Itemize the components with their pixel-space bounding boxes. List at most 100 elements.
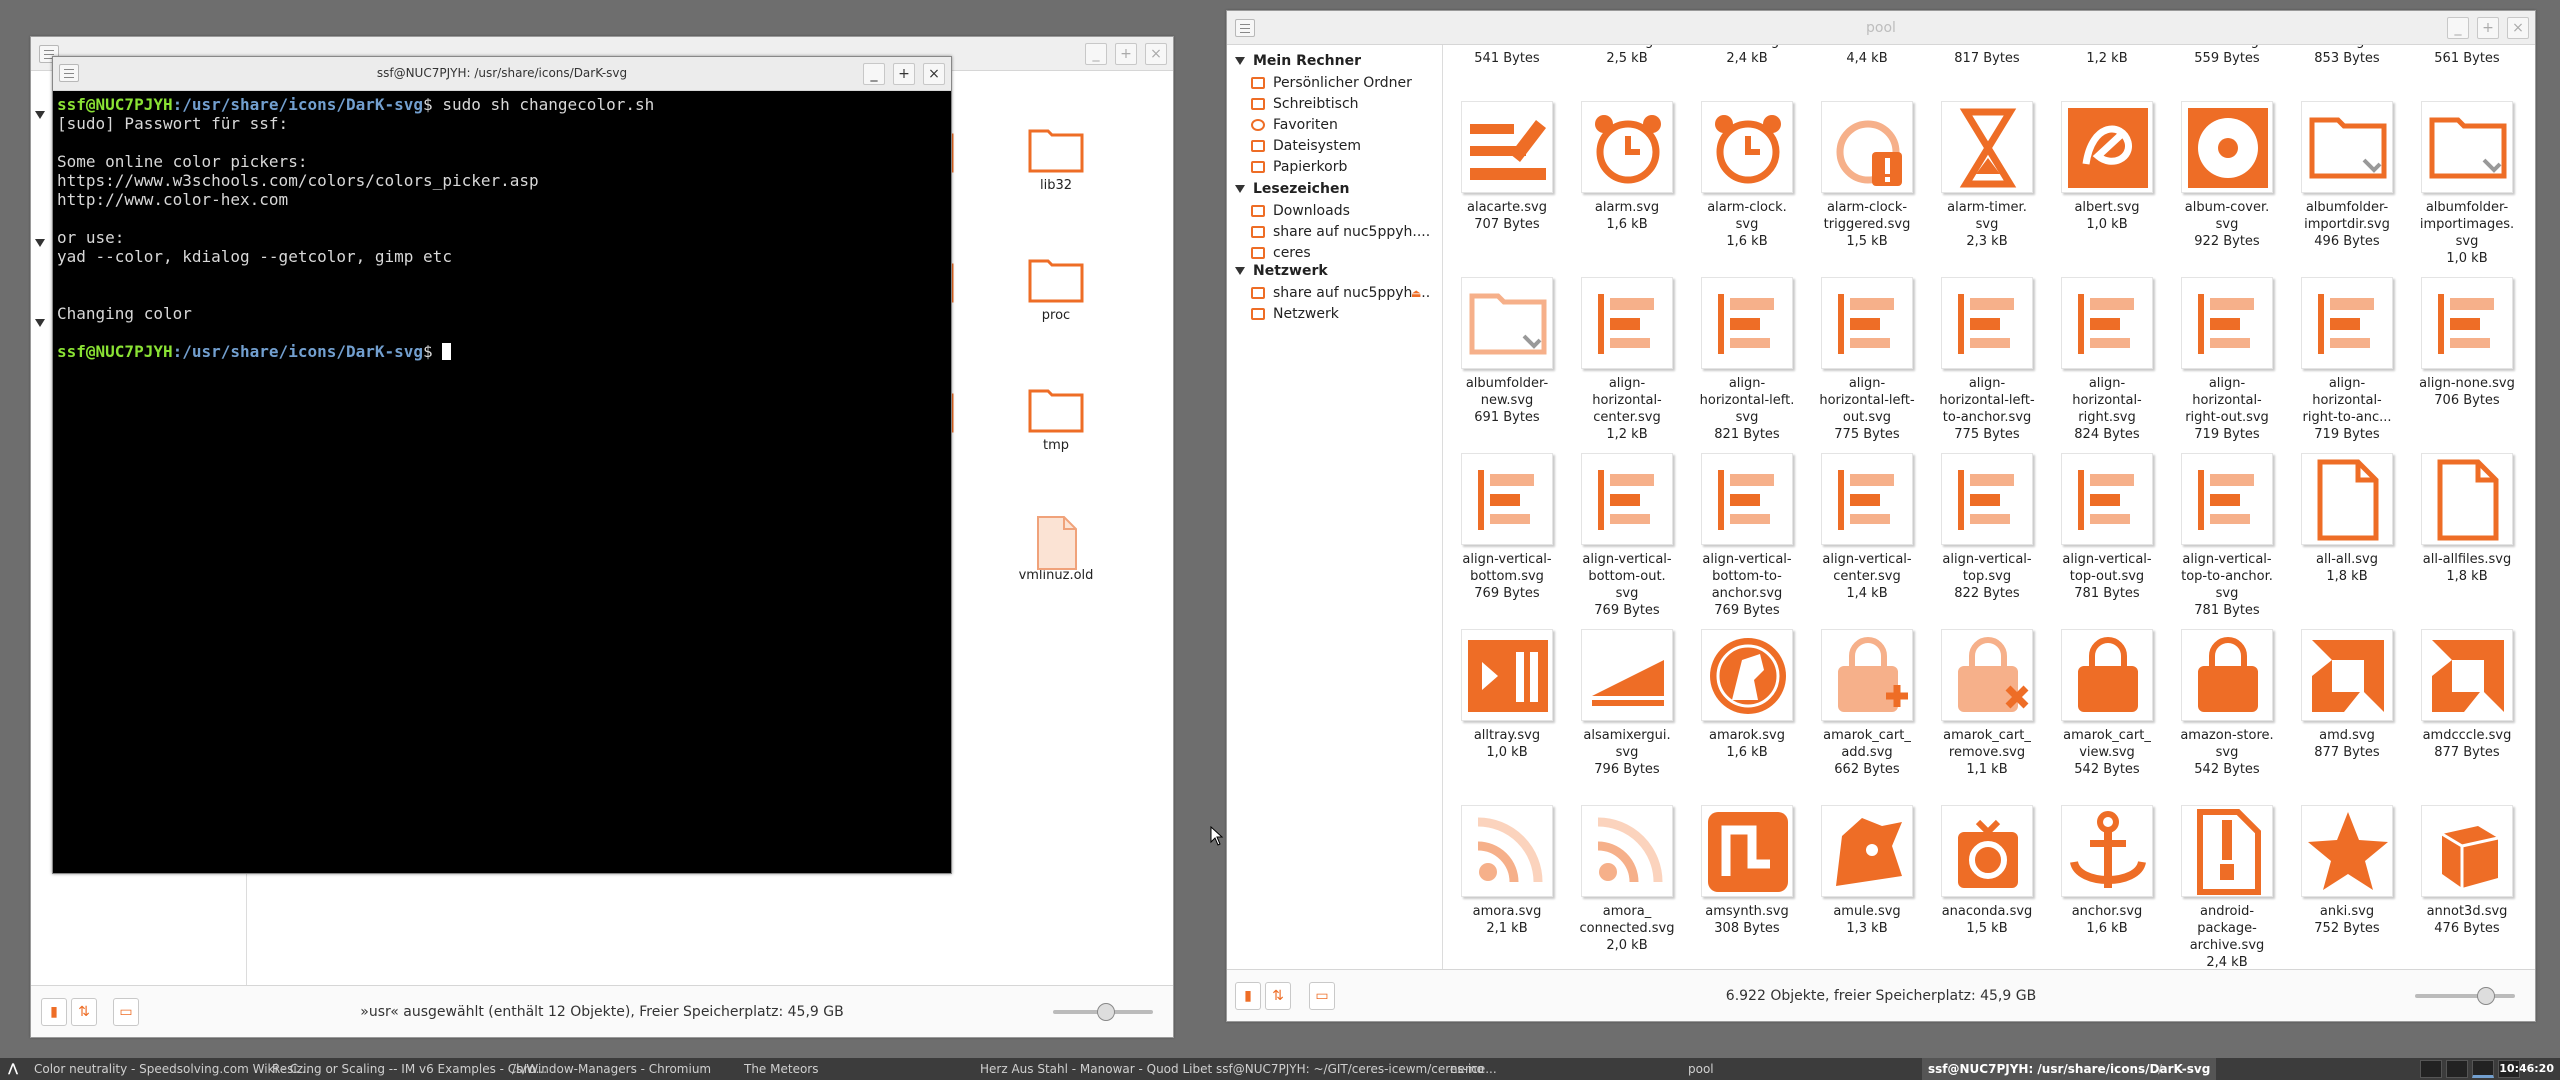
file-item[interactable]: align- horizontal-left- to-anchor.svg 775… bbox=[1927, 277, 2047, 443]
tree-toggle-button[interactable]: ⇅ bbox=[1265, 982, 1291, 1010]
sidebar-item-desktop[interactable]: Schreibtisch bbox=[1251, 96, 1359, 116]
file-item-partial[interactable]: new.svg2,5 kB bbox=[1567, 45, 1687, 67]
sidebar-item-network[interactable]: Netzwerk bbox=[1251, 306, 1339, 326]
file-item[interactable]: align- horizontal- right.svg 824 Bytes bbox=[2047, 277, 2167, 443]
file-item[interactable]: amd.svg 877 Bytes bbox=[2287, 629, 2407, 761]
file-item[interactable]: amarok_cart_ view.svg 542 Bytes bbox=[2047, 629, 2167, 778]
terminal-menu-button[interactable] bbox=[59, 64, 79, 82]
file-item[interactable]: anki.svg 752 Bytes bbox=[2287, 805, 2407, 937]
folder-item[interactable]: proc bbox=[996, 255, 1116, 324]
file-item[interactable]: amsynth.svg 308 Bytes bbox=[1687, 805, 1807, 937]
folder-item[interactable]: tmp bbox=[996, 385, 1116, 454]
expander-triangle-icon[interactable] bbox=[35, 319, 45, 327]
hide-sidebar-button[interactable]: ▭ bbox=[1309, 982, 1335, 1010]
file-item[interactable]: albumfolder- importimages. svg 1,0 kB bbox=[2407, 101, 2527, 267]
taskbar-item[interactable]: /s/Window-Managers - Chromium bbox=[512, 1062, 711, 1076]
sidebar-item-home[interactable]: Persönlicher Ordner bbox=[1251, 75, 1412, 95]
file-item[interactable]: alarm-clock- triggered.svg 1,5 kB bbox=[1807, 101, 1927, 250]
expander-triangle-icon[interactable] bbox=[1235, 57, 1245, 65]
places-toggle-button[interactable]: ▮ bbox=[1235, 982, 1261, 1010]
taskbar-item[interactable]: ssf@NUC7PJYH: /usr/share/icons/DarK-svg bbox=[1922, 1058, 2217, 1080]
file-item-partial[interactable]: indow.svg2,4 kB bbox=[1687, 45, 1807, 67]
taskbar-item[interactable]: Herz Aus Stahl - Manowar - Quod Libet bbox=[980, 1062, 1212, 1076]
file-item[interactable]: align- horizontal-left. svg 821 Bytes bbox=[1687, 277, 1807, 443]
file-item[interactable]: alarm.svg 1,6 kB bbox=[1567, 101, 1687, 233]
file-item[interactable]: align-vertical- bottom-out. svg 769 Bytes bbox=[1567, 453, 1687, 619]
expander-triangle-icon[interactable] bbox=[1235, 267, 1245, 275]
file-item[interactable]: align- horizontal- right-out.svg 719 Byte… bbox=[2167, 277, 2287, 443]
file-item[interactable]: albert.svg 1,0 kB bbox=[2047, 101, 2167, 233]
file-item[interactable]: anaconda.svg 1,5 kB bbox=[1927, 805, 2047, 937]
file-item[interactable]: albumfolder- new.svg 691 Bytes bbox=[1447, 277, 1567, 426]
file-item[interactable]: amarok.svg 1,6 kB bbox=[1687, 629, 1807, 761]
file-item[interactable]: all-allfiles.svg 1,8 kB bbox=[2407, 453, 2527, 585]
sidebar-item-filesystem[interactable]: Dateisystem bbox=[1251, 138, 1361, 158]
file-item[interactable]: amarok_cart_ add.svg 662 Bytes bbox=[1807, 629, 1927, 778]
file-item[interactable]: align-vertical- bottom-to- anchor.svg 769… bbox=[1687, 453, 1807, 619]
zoom-slider-knob[interactable] bbox=[1097, 1003, 1115, 1021]
file-item[interactable]: align- horizontal- center.svg 1,2 kB bbox=[1567, 277, 1687, 443]
taskbar-item[interactable]: Color neutrality - Speedsolving.com Wiki… bbox=[34, 1062, 310, 1076]
file-item-partial[interactable]: 561 Bytes bbox=[2407, 50, 2527, 67]
taskbar-item[interactable]: pool bbox=[1688, 1062, 1714, 1076]
file-item[interactable]: align-none.svg 706 Bytes bbox=[2407, 277, 2527, 409]
start-menu-icon[interactable]: ⋀ bbox=[8, 1061, 18, 1075]
folder-item[interactable]: lib32 bbox=[996, 125, 1116, 194]
file-item[interactable]: align-vertical- top-to-anchor. svg 781 By… bbox=[2167, 453, 2287, 619]
file-item[interactable]: android- package- archive.svg 2,4 kB bbox=[2167, 805, 2287, 969]
file-item[interactable]: align-vertical- center.svg 1,4 kB bbox=[1807, 453, 1927, 602]
sidebar-item-trash[interactable]: Papierkorb bbox=[1251, 159, 1347, 179]
file-item[interactable]: align- horizontal-left- out.svg 775 Bytes bbox=[1807, 277, 1927, 443]
folder-item[interactable]: vmlinuz.old bbox=[996, 515, 1116, 584]
file-item[interactable]: amdcccle.svg 877 Bytes bbox=[2407, 629, 2527, 761]
right-fm-titlebar[interactable]: pool _ + × bbox=[1227, 11, 2535, 45]
sidebar-item-network-share[interactable]: share auf nuc5ppyh.... ⏏ bbox=[1251, 285, 1430, 305]
sidebar-header-bookmarks[interactable]: Lesezeichen bbox=[1235, 181, 1349, 201]
file-item-partial[interactable]: 1,2 kB bbox=[2047, 50, 2167, 67]
places-toggle-button[interactable]: ▮ bbox=[41, 998, 67, 1026]
expander-triangle-icon[interactable] bbox=[1235, 185, 1245, 193]
file-item[interactable]: all-all.svg 1,8 kB bbox=[2287, 453, 2407, 585]
file-item-partial[interactable]: e.svg853 Bytes bbox=[2287, 45, 2407, 67]
terminal-output[interactable]: ssf@NUC7PJYH:/usr/share/icons/DarK-svg$ … bbox=[55, 91, 951, 873]
sidebar-header-computer[interactable]: Mein Rechner bbox=[1235, 53, 1361, 73]
expander-triangle-icon[interactable] bbox=[35, 239, 45, 247]
file-item[interactable]: amazon-store. svg 542 Bytes bbox=[2167, 629, 2287, 778]
file-item[interactable]: amora.svg 2,1 kB bbox=[1447, 805, 1567, 937]
file-item[interactable]: album-cover. svg 922 Bytes bbox=[2167, 101, 2287, 250]
file-item[interactable]: alltray.svg 1,0 kB bbox=[1447, 629, 1567, 761]
maximize-button[interactable]: + bbox=[893, 63, 915, 85]
sidebar-item-favorites[interactable]: Favoriten bbox=[1251, 117, 1338, 137]
file-item[interactable]: albumfolder- importdir.svg 496 Bytes bbox=[2287, 101, 2407, 250]
sidebar-item-ceres[interactable]: ceres bbox=[1251, 245, 1311, 265]
minimize-button[interactable]: _ bbox=[863, 63, 885, 85]
tray-monitor-icon[interactable] bbox=[2472, 1060, 2494, 1078]
file-item[interactable]: amule.svg 1,3 kB bbox=[1807, 805, 1927, 937]
file-item[interactable]: alarm-timer. svg 2,3 kB bbox=[1927, 101, 2047, 250]
zoom-slider-knob[interactable] bbox=[2477, 987, 2495, 1005]
zoom-slider[interactable] bbox=[2415, 987, 2515, 1005]
minimize-button[interactable]: _ bbox=[2447, 17, 2469, 39]
close-button[interactable]: × bbox=[923, 63, 945, 85]
file-item[interactable]: align-vertical- top-out.svg 781 Bytes bbox=[2047, 453, 2167, 602]
close-button[interactable]: × bbox=[1145, 43, 1167, 65]
sidebar-item-share[interactable]: share auf nuc5ppyh.... bbox=[1251, 224, 1430, 244]
file-item[interactable]: anchor.svg 1,6 kB bbox=[2047, 805, 2167, 937]
maximize-button[interactable]: + bbox=[2477, 17, 2499, 39]
terminal-titlebar[interactable]: ssf@NUC7PJYH: /usr/share/icons/DarK-svg … bbox=[53, 57, 951, 91]
expander-triangle-icon[interactable] bbox=[35, 111, 45, 119]
taskbar-item[interactable]: Resizing or Scaling -- IM v6 Examples - … bbox=[272, 1062, 547, 1076]
file-item-partial[interactable]: 541 Bytes bbox=[1447, 50, 1567, 67]
minimize-button[interactable]: _ bbox=[1085, 43, 1107, 65]
tray-monitor-icon[interactable] bbox=[2446, 1060, 2468, 1078]
file-item-partial[interactable]: 4,4 kB bbox=[1807, 50, 1927, 67]
file-item[interactable]: alarm-clock. svg 1,6 kB bbox=[1687, 101, 1807, 250]
taskbar-item[interactable]: nemo bbox=[1450, 1062, 1484, 1076]
taskbar-item[interactable]: The Meteors bbox=[744, 1062, 818, 1076]
file-item[interactable]: align-vertical- top.svg 822 Bytes bbox=[1927, 453, 2047, 602]
tree-toggle-button[interactable]: ⇅ bbox=[71, 998, 97, 1026]
file-item[interactable]: amarok_cart_ remove.svg 1,1 kB bbox=[1927, 629, 2047, 778]
file-item[interactable]: align- horizontal- right-to-anc... 719 By… bbox=[2287, 277, 2407, 443]
sidebar-item-downloads[interactable]: Downloads bbox=[1251, 203, 1350, 223]
sidebar-header-network[interactable]: Netzwerk bbox=[1235, 263, 1328, 283]
